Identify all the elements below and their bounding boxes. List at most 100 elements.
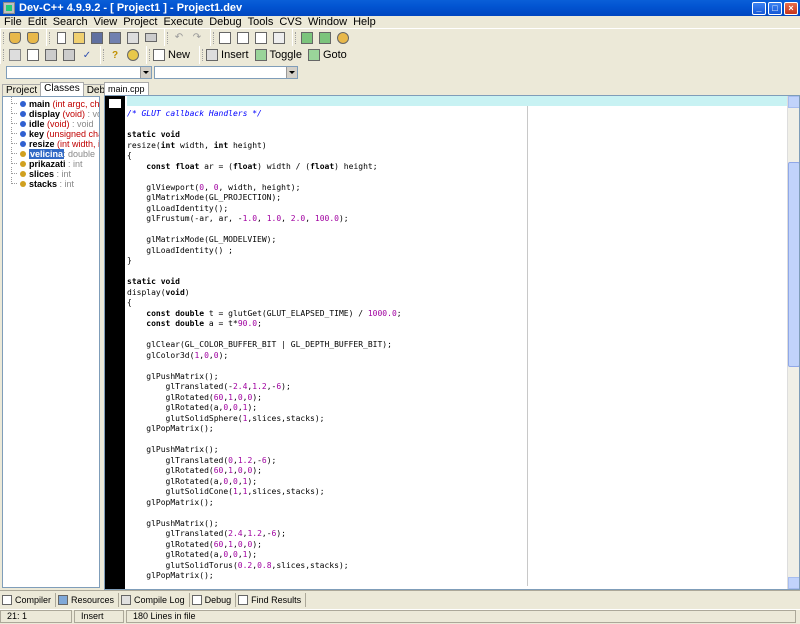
bookmark-icon[interactable] [335, 30, 351, 46]
member-name: main [29, 99, 51, 109]
member-type: : double [63, 149, 96, 159]
member-signature: (void) [44, 119, 70, 129]
close-project-icon[interactable] [25, 30, 41, 46]
menu-execute[interactable]: Execute [160, 16, 206, 28]
member-type: : void [87, 109, 99, 119]
toolbar-group-search [210, 28, 292, 47]
resources-icon [58, 594, 69, 605]
menu-tools[interactable]: Tools [245, 16, 277, 28]
add-to-project-icon[interactable] [299, 30, 315, 46]
tab-debug-output[interactable]: Debug [190, 592, 237, 607]
class-select[interactable] [6, 66, 152, 79]
print-icon[interactable] [143, 30, 159, 46]
list-item[interactable]: key (unsigned char key [3, 127, 99, 139]
redo-icon[interactable]: ↷ [189, 30, 205, 46]
toolbar-group-file [46, 28, 164, 47]
find-icon[interactable] [217, 30, 233, 46]
insert-icon [206, 49, 219, 61]
scroll-down-icon[interactable] [788, 577, 799, 589]
minimize-button[interactable]: _ [752, 1, 766, 15]
cursor-position: 21: 1 [0, 610, 72, 623]
toolbar-group-compile: ✓ [0, 46, 100, 64]
title-bar: Dev-C++ 4.9.9.2 - [ Project1 ] - Project… [0, 0, 800, 16]
tab-find-results[interactable]: Find Results [236, 592, 307, 607]
left-panel: Project Classes Debug main (int argc, ch… [0, 82, 121, 590]
class-browser-list: main (int argc, char *ar display (void) … [2, 96, 100, 588]
function-icon [20, 121, 26, 127]
chevron-down-icon[interactable] [286, 67, 297, 78]
function-icon [20, 111, 26, 117]
list-item[interactable]: velicina : double [3, 147, 99, 159]
find-next-icon[interactable] [253, 30, 269, 46]
tab-project[interactable]: Project [2, 84, 42, 96]
run-icon[interactable] [25, 47, 41, 63]
debug-check-icon [191, 594, 202, 605]
editor-vertical-scrollbar[interactable] [787, 96, 799, 589]
menu-view[interactable]: View [91, 16, 121, 28]
member-select[interactable] [154, 66, 298, 79]
function-icon [20, 101, 26, 107]
member-type: : int [57, 179, 75, 189]
scroll-up-icon[interactable] [788, 96, 799, 108]
right-margin-line [527, 106, 528, 586]
help-icon[interactable]: ? [107, 47, 123, 63]
list-item[interactable]: prikazati : int [3, 157, 99, 169]
insert-button[interactable]: Insert [206, 47, 249, 63]
new-class-label: New [168, 49, 191, 61]
rebuild-all-icon[interactable] [61, 47, 77, 63]
about-icon[interactable] [125, 47, 141, 63]
new-class-button[interactable]: New [153, 47, 190, 63]
member-name: prikazati [29, 159, 66, 169]
menu-window[interactable]: Window [305, 16, 350, 28]
toolbar-group-project [0, 28, 46, 47]
remove-from-project-icon[interactable] [317, 30, 333, 46]
source-code[interactable]: /* GLUT callback Handlers */ static void… [127, 109, 402, 582]
replace-icon[interactable] [235, 30, 251, 46]
tab-compiler[interactable]: Compiler [0, 592, 57, 607]
list-item[interactable]: resize (int width, int he [3, 137, 99, 149]
save-icon[interactable] [89, 30, 105, 46]
tab-resources[interactable]: Resources [56, 592, 120, 607]
list-item[interactable]: slices : int [3, 167, 99, 179]
scroll-thumb[interactable] [788, 162, 799, 367]
list-item[interactable]: main (int argc, char *ar [3, 97, 99, 109]
menu-edit[interactable]: Edit [25, 16, 50, 28]
close-file-icon[interactable] [125, 30, 141, 46]
tab-compile-log[interactable]: Compile Log [119, 592, 190, 607]
chevron-down-icon[interactable] [140, 67, 151, 78]
function-icon [20, 141, 26, 147]
close-button[interactable]: × [784, 1, 798, 15]
goto-bookmark-button[interactable]: Goto [307, 47, 347, 63]
code-editor[interactable]: /* GLUT callback Handlers */ static void… [104, 95, 800, 590]
goto-icon [307, 49, 320, 61]
tab-classes[interactable]: Classes [40, 82, 84, 96]
compile-icon[interactable] [7, 47, 23, 63]
save-all-icon[interactable] [107, 30, 123, 46]
list-item[interactable]: display (void) : void [3, 107, 99, 119]
editor-gutter[interactable] [105, 96, 125, 589]
devcpp-app-icon[interactable] [3, 2, 15, 14]
menu-cvs[interactable]: CVS [276, 16, 305, 28]
check-syntax-icon[interactable]: ✓ [79, 47, 95, 63]
menu-debug[interactable]: Debug [206, 16, 244, 28]
member-name: velicina [30, 149, 64, 159]
list-item[interactable]: idle (void) : void [3, 117, 99, 129]
list-item[interactable]: stacks : int [3, 177, 99, 189]
new-file-icon[interactable] [53, 30, 69, 46]
goto-line-icon[interactable] [271, 30, 287, 46]
tab-main-cpp[interactable]: main.cpp [104, 82, 149, 95]
menu-help[interactable]: Help [350, 16, 379, 28]
compiler-icon [2, 594, 12, 605]
undo-icon[interactable]: ↶ [171, 30, 187, 46]
compile-run-icon[interactable] [43, 47, 59, 63]
variable-icon [20, 181, 26, 187]
menu-project[interactable]: Project [120, 16, 160, 28]
menu-file[interactable]: File [0, 16, 25, 28]
maximize-button[interactable]: □ [768, 1, 782, 15]
member-signature: (int width, int he [57, 139, 99, 149]
open-file-icon[interactable] [71, 30, 87, 46]
open-project-icon[interactable] [7, 30, 23, 46]
code-area[interactable]: /* GLUT callback Handlers */ static void… [127, 96, 793, 589]
toggle-bookmark-button[interactable]: Toggle [254, 47, 302, 63]
menu-search[interactable]: Search [50, 16, 91, 28]
